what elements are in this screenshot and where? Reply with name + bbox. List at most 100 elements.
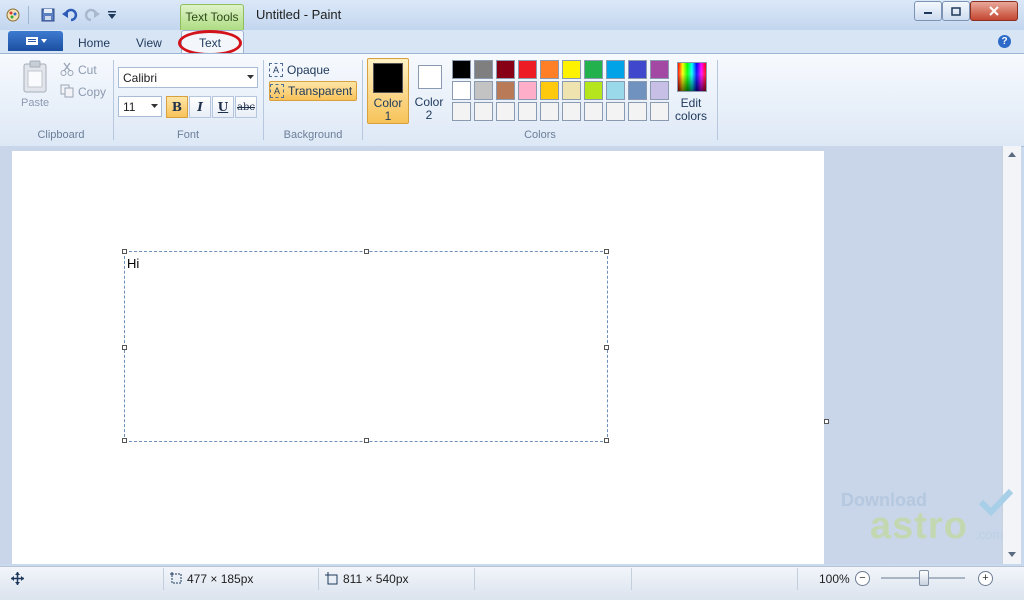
text-box-handle[interactable] <box>122 345 127 350</box>
customize-qat-icon[interactable] <box>103 6 121 24</box>
cut-button[interactable]: Cut <box>78 63 97 77</box>
color-swatch[interactable] <box>584 60 603 79</box>
color-swatch[interactable] <box>606 102 625 121</box>
selection-size: 477 × 185px <box>187 572 254 586</box>
maximize-button[interactable] <box>942 1 970 21</box>
color-swatch[interactable] <box>584 81 603 100</box>
edit-colors-button[interactable]: Edit colors <box>672 97 710 123</box>
color-swatch[interactable] <box>474 81 493 100</box>
canvas-size-icon <box>325 572 338 585</box>
zoom-out-button[interactable]: − <box>855 571 870 586</box>
font-family-select[interactable]: Calibri <box>118 67 258 88</box>
group-separator <box>717 60 718 140</box>
strikethrough-button[interactable]: abc <box>235 96 257 118</box>
text-box-handle[interactable] <box>364 249 369 254</box>
window-title: Untitled - Paint <box>256 7 342 22</box>
group-separator <box>113 60 114 140</box>
paste-label: Paste <box>21 97 50 109</box>
color-swatch[interactable] <box>496 81 515 100</box>
zoom-in-button[interactable]: + <box>978 571 993 586</box>
color-swatch[interactable] <box>540 102 559 121</box>
color-swatch[interactable] <box>540 60 559 79</box>
status-bar <box>0 566 1024 600</box>
opaque-button[interactable]: A Opaque <box>269 61 355 79</box>
text-box[interactable] <box>124 251 608 442</box>
color-swatch[interactable] <box>650 81 669 100</box>
color2-button[interactable]: Color 2 <box>412 58 446 122</box>
edit-colors-icon[interactable] <box>677 62 707 92</box>
color-swatch[interactable] <box>562 81 581 100</box>
minimize-button[interactable] <box>914 1 942 21</box>
color-swatch[interactable] <box>628 81 647 100</box>
transparent-label: Transparent <box>288 84 353 98</box>
color-swatch[interactable] <box>474 102 493 121</box>
underline-button[interactable]: U <box>212 96 234 118</box>
zoom-slider-thumb[interactable] <box>919 570 929 586</box>
status-separator <box>474 568 475 590</box>
color-swatch[interactable] <box>628 102 647 121</box>
color-swatch[interactable] <box>518 102 537 121</box>
text-box-handle[interactable] <box>122 438 127 443</box>
text-box-handle[interactable] <box>604 438 609 443</box>
save-icon[interactable] <box>39 6 57 24</box>
color-swatch[interactable] <box>540 81 559 100</box>
color-swatch[interactable] <box>606 60 625 79</box>
color-swatch[interactable] <box>452 60 471 79</box>
clipboard-group-label: Clipboard <box>37 129 85 141</box>
title-bar <box>0 0 1024 30</box>
paint-menu-button[interactable] <box>8 31 63 51</box>
color-swatch[interactable] <box>452 102 471 121</box>
copy-button[interactable]: Copy <box>78 85 106 99</box>
help-icon[interactable]: ? <box>998 35 1011 48</box>
color-swatch[interactable] <box>606 81 625 100</box>
cursor-position-icon <box>11 572 24 585</box>
text-box-handle[interactable] <box>604 345 609 350</box>
color-swatch[interactable] <box>628 60 647 79</box>
status-separator <box>163 568 164 590</box>
menu-icon <box>25 37 47 45</box>
text-box-handle[interactable] <box>604 249 609 254</box>
chevron-down-icon <box>151 104 158 108</box>
scroll-up-icon <box>1008 152 1016 157</box>
color-swatch[interactable] <box>562 102 581 121</box>
color-swatch[interactable] <box>452 81 471 100</box>
scroll-down-icon <box>1008 552 1016 557</box>
color-swatch[interactable] <box>650 60 669 79</box>
italic-button[interactable]: I <box>189 96 211 118</box>
copy-icon <box>60 84 74 98</box>
watermark-logo: astro <box>870 505 968 547</box>
font-family-value: Calibri <box>123 71 158 85</box>
chevron-down-icon <box>247 75 254 79</box>
color-swatch[interactable] <box>496 60 515 79</box>
color2-number: 2 <box>425 108 433 122</box>
canvas-text[interactable]: Hi <box>127 256 139 271</box>
text-box-handle[interactable] <box>122 249 127 254</box>
color-swatch[interactable] <box>584 102 603 121</box>
color-swatch[interactable] <box>562 60 581 79</box>
close-button[interactable] <box>970 1 1018 21</box>
clipboard-icon <box>23 60 47 93</box>
transparent-button[interactable]: A Transparent <box>269 81 357 101</box>
tab-view[interactable]: View <box>136 36 162 50</box>
color1-button[interactable]: Color 1 <box>367 58 409 124</box>
tab-home[interactable]: Home <box>78 36 110 50</box>
colors-group-label: Colors <box>524 129 556 141</box>
color-swatch[interactable] <box>650 102 669 121</box>
color-swatch[interactable] <box>518 60 537 79</box>
canvas-resize-handle[interactable] <box>824 419 829 424</box>
color2-swatch <box>418 65 442 89</box>
color-swatch[interactable] <box>496 102 515 121</box>
selection-size-icon <box>170 572 182 584</box>
paste-button[interactable] <box>20 60 50 96</box>
bold-button[interactable]: B <box>166 96 188 118</box>
font-size-select[interactable]: 11 <box>118 96 162 117</box>
redo-icon[interactable] <box>83 6 101 24</box>
paint-app-icon[interactable] <box>4 6 22 24</box>
color-swatch[interactable] <box>474 60 493 79</box>
text-tools-contextual-tab: Text Tools <box>180 4 244 33</box>
color-swatch[interactable] <box>518 81 537 100</box>
text-box-handle[interactable] <box>364 438 369 443</box>
undo-icon[interactable] <box>61 6 79 24</box>
background-group-label: Background <box>283 129 343 141</box>
watermark-domain: .com <box>975 527 1004 542</box>
